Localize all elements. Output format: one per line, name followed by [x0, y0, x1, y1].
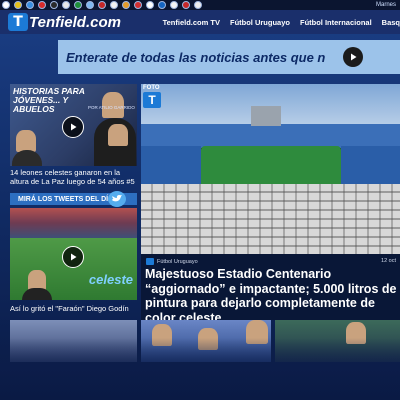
club-crest-icon[interactable] [158, 1, 166, 9]
stadium-stand-image [141, 146, 201, 188]
club-crest-icon[interactable] [110, 1, 118, 9]
club-crest-icon[interactable] [74, 1, 82, 9]
foto-logo-mark: T [143, 92, 161, 108]
club-crest-icon[interactable] [62, 1, 70, 9]
club-crest-icon[interactable] [26, 1, 34, 9]
nav-item-tenfield-tv[interactable]: Tenfield.com TV [163, 18, 220, 27]
club-crest-icon[interactable] [50, 1, 58, 9]
club-crest-icon[interactable] [86, 1, 94, 9]
club-crest-icon[interactable] [134, 1, 142, 9]
top-strip-label: Marnes [375, 2, 396, 8]
club-crest-icon[interactable] [194, 1, 202, 9]
club-crest-icon[interactable] [98, 1, 106, 9]
main-story-category[interactable]: Fútbol Uruguayo [146, 258, 198, 265]
main-nav: Tenfield.com TV Fútbol Uruguayo Fútbol I… [163, 18, 400, 27]
foto-badge: FOTO [143, 85, 160, 91]
stadium-seats-image [141, 184, 400, 254]
club-crest-icon[interactable] [170, 1, 178, 9]
play-icon[interactable] [62, 246, 84, 268]
feature-card-title: HISTORIAS PARA JÓVENES... Y ABUELOS [13, 86, 85, 114]
player-image [22, 288, 52, 300]
stadium-tower-image [251, 106, 281, 126]
feature-card[interactable]: HISTORIAS PARA JÓVENES... Y ABUELOS POR … [10, 84, 137, 166]
feature-card-author: POR ATILIO GARRIDO [88, 105, 135, 110]
tweets-bar-label: MIRÁ LOS TWEETS DEL DÍA [18, 195, 114, 203]
banner-text: Enterate de todas las noticias antes que… [66, 49, 326, 65]
site-header: T Tenfield.com Tenfield.com TV Fútbol Ur… [0, 10, 400, 34]
category-icon [146, 258, 154, 265]
video-overlay-word: celeste [88, 272, 133, 287]
site-logo[interactable]: T Tenfield.com [8, 13, 121, 31]
club-crest-icon[interactable] [14, 1, 22, 9]
player-image [28, 270, 46, 290]
stadium-stand-image [341, 146, 400, 188]
club-shortcuts-bar: Marnes [0, 0, 400, 10]
video-card-caption[interactable]: Así lo gritó el "Faraón" Diego Godín [10, 304, 140, 313]
main-story-headline[interactable]: Majestuoso Estadio Centenario “aggiornad… [145, 267, 397, 320]
club-crest-icon[interactable] [122, 1, 130, 9]
stadium-stand-image [141, 124, 400, 148]
club-crest-icon[interactable] [2, 1, 10, 9]
club-crest-icon[interactable] [182, 1, 190, 9]
video-card[interactable]: celeste [10, 208, 137, 300]
bottom-fade [0, 338, 400, 400]
stands-image [10, 208, 137, 238]
promo-banner[interactable]: Enterate de todas las noticias antes que… [58, 40, 400, 74]
main-story[interactable]: FOTO T Fútbol Uruguayo 12 oct Majestuoso… [141, 84, 400, 320]
category-label: Fútbol Uruguayo [157, 258, 198, 265]
play-icon[interactable] [62, 116, 84, 138]
logo-text: Tenfield.com [29, 13, 121, 31]
stadium-field-image [201, 146, 341, 188]
play-icon[interactable] [343, 47, 363, 67]
twitter-bird-icon [108, 191, 126, 207]
main-story-date: 12 oct [381, 258, 396, 264]
main-story-overlay: Fútbol Uruguayo 12 oct Majestuoso Estadi… [141, 254, 400, 320]
nav-item-basquet[interactable]: Basq [382, 18, 400, 27]
portrait-image [108, 124, 128, 146]
club-crest-icon[interactable] [38, 1, 46, 9]
portrait-image [16, 130, 36, 152]
logo-mark: T [8, 13, 28, 31]
nav-item-futbol-internacional[interactable]: Fútbol Internacional [300, 18, 372, 27]
nav-item-futbol-uruguayo[interactable]: Fútbol Uruguayo [230, 18, 290, 27]
feature-card-caption[interactable]: 14 leones celestes ganaron en la altura … [10, 168, 140, 186]
club-crest-icon[interactable] [146, 1, 154, 9]
